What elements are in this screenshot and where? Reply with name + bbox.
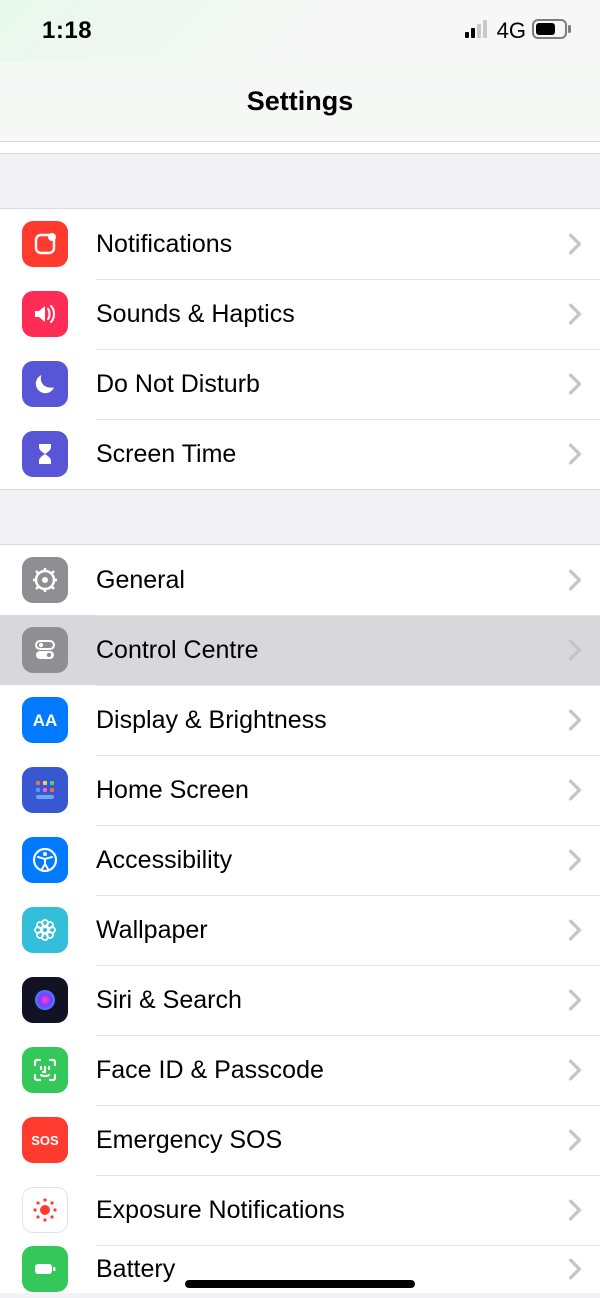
apps-grid-icon [22, 767, 68, 813]
battery-status-icon [532, 19, 572, 44]
chevron-right-icon [568, 233, 582, 255]
moon-icon [22, 361, 68, 407]
chevron-right-icon [568, 373, 582, 395]
row-dnd[interactable]: Do Not Disturb [0, 349, 600, 419]
chevron-right-icon [568, 709, 582, 731]
row-label: Display & Brightness [96, 706, 568, 735]
accessibility-icon [22, 837, 68, 883]
row-label: Emergency SOS [96, 1126, 568, 1155]
faceid-icon [22, 1047, 68, 1093]
row-label: Do Not Disturb [96, 370, 568, 399]
row-accessibility[interactable]: Accessibility [0, 825, 600, 895]
row-label: Accessibility [96, 846, 568, 875]
row-label: Home Screen [96, 776, 568, 805]
chevron-right-icon [568, 1129, 582, 1151]
chevron-right-icon [568, 849, 582, 871]
status-right: 4G [465, 18, 572, 44]
flower-icon [22, 907, 68, 953]
row-control-centre[interactable]: Control Centre [0, 615, 600, 685]
gear-icon [22, 557, 68, 603]
row-label: Screen Time [96, 440, 568, 469]
settings-group-1: Notifications Sounds & Haptics Do Not Di… [0, 208, 600, 490]
chevron-right-icon [568, 1059, 582, 1081]
nav-header: Settings [0, 62, 600, 142]
row-home-screen[interactable]: Home Screen [0, 755, 600, 825]
row-label: Face ID & Passcode [96, 1056, 568, 1085]
row-label: General [96, 566, 568, 595]
chevron-right-icon [568, 919, 582, 941]
status-bar: 1:18 4G [0, 0, 600, 62]
hourglass-icon [22, 431, 68, 477]
siri-icon [22, 977, 68, 1023]
aa-icon: AA [22, 697, 68, 743]
notifications-icon [22, 221, 68, 267]
row-notifications[interactable]: Notifications [0, 209, 600, 279]
row-siri[interactable]: Siri & Search [0, 965, 600, 1035]
chevron-right-icon [568, 303, 582, 325]
group-separator [0, 490, 600, 544]
chevron-right-icon [568, 1258, 582, 1280]
svg-text:SOS: SOS [31, 1133, 59, 1148]
network-label: 4G [497, 18, 526, 44]
speaker-icon [22, 291, 68, 337]
home-indicator[interactable] [185, 1280, 415, 1288]
status-time: 1:18 [42, 17, 92, 45]
svg-text:AA: AA [33, 711, 58, 730]
group-separator [0, 154, 600, 208]
chevron-right-icon [568, 639, 582, 661]
row-label: Wallpaper [96, 916, 568, 945]
sos-icon: SOS [22, 1117, 68, 1163]
chevron-right-icon [568, 779, 582, 801]
row-label: Sounds & Haptics [96, 300, 568, 329]
row-sounds[interactable]: Sounds & Haptics [0, 279, 600, 349]
settings-group-2: General Control Centre AA Display & Brig… [0, 544, 600, 1293]
row-faceid[interactable]: Face ID & Passcode [0, 1035, 600, 1105]
row-label: Notifications [96, 230, 568, 259]
row-label: Control Centre [96, 636, 568, 665]
row-screentime[interactable]: Screen Time [0, 419, 600, 489]
row-display[interactable]: AA Display & Brightness [0, 685, 600, 755]
previous-group-edge [0, 142, 600, 154]
battery-icon [22, 1246, 68, 1292]
chevron-right-icon [568, 1199, 582, 1221]
row-exposure[interactable]: Exposure Notifications [0, 1175, 600, 1245]
chevron-right-icon [568, 569, 582, 591]
page-title: Settings [247, 86, 354, 117]
row-sos[interactable]: SOS Emergency SOS [0, 1105, 600, 1175]
chevron-right-icon [568, 443, 582, 465]
row-wallpaper[interactable]: Wallpaper [0, 895, 600, 965]
row-general[interactable]: General [0, 545, 600, 615]
row-label: Siri & Search [96, 986, 568, 1015]
toggles-icon [22, 627, 68, 673]
row-label: Exposure Notifications [96, 1196, 568, 1225]
cellular-signal-icon [465, 20, 491, 43]
exposure-icon [22, 1187, 68, 1233]
chevron-right-icon [568, 989, 582, 1011]
